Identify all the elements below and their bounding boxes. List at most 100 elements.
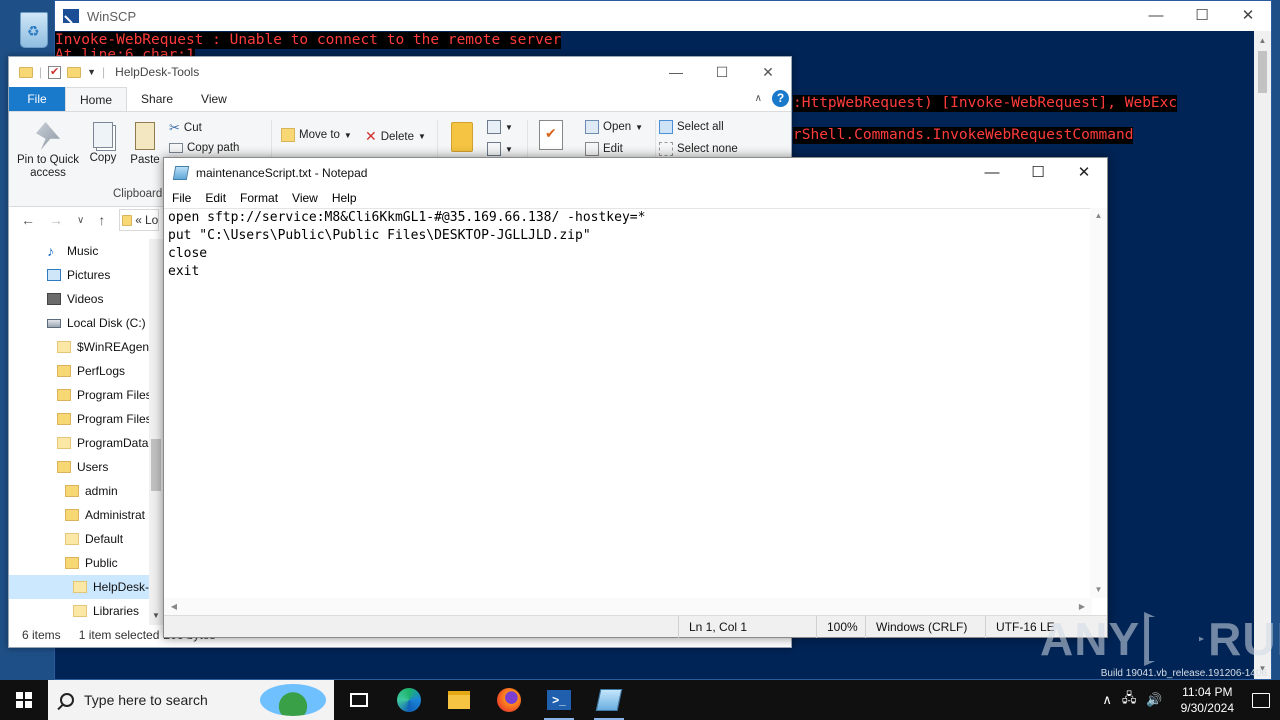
minimize-button[interactable]: — xyxy=(1133,1,1179,31)
notepad-menu-bar: File Edit Format View Help xyxy=(164,188,1107,208)
cut-button[interactable]: ✂ Cut xyxy=(169,120,202,136)
tree-item[interactable]: Program Files xyxy=(9,383,161,407)
tree-item[interactable]: ProgramData xyxy=(9,431,161,455)
maximize-button[interactable]: ☐ xyxy=(1179,1,1225,31)
up-arrow-icon[interactable]: ↑ xyxy=(98,212,105,228)
tree-item[interactable]: ♪ Music xyxy=(9,239,161,263)
winscp-title-bar: WinSCP — ☐ ✕ xyxy=(55,1,1271,31)
scroll-up-icon[interactable]: ▲ xyxy=(1254,33,1271,49)
network-icon[interactable]: 🖧 xyxy=(1122,689,1137,711)
delete-button[interactable]: ✕ Delete ▼ xyxy=(365,128,426,145)
close-button[interactable]: ✕ xyxy=(745,57,791,87)
new-item-button[interactable]: ▼ xyxy=(487,120,513,134)
show-hidden-icons-icon[interactable]: ∧ xyxy=(1102,692,1112,708)
properties-icon[interactable] xyxy=(539,120,563,150)
tree-item[interactable]: PerfLogs xyxy=(9,359,161,383)
tree-item[interactable]: Program Files xyxy=(9,407,161,431)
scroll-down-icon[interactable]: ▼ xyxy=(1090,582,1107,598)
back-arrow-icon[interactable]: ← xyxy=(21,212,35,228)
tree-item[interactable]: Public xyxy=(9,551,161,575)
menu-view[interactable]: View xyxy=(292,191,318,205)
scrollbar-thumb[interactable] xyxy=(1258,51,1267,93)
maximize-button[interactable]: ☐ xyxy=(699,57,745,87)
tab-share[interactable]: Share xyxy=(127,87,187,111)
recycle-bin-icon[interactable]: ♻ xyxy=(14,8,54,52)
customize-quick-access-icon[interactable]: ▼ xyxy=(87,67,96,77)
menu-file[interactable]: File xyxy=(172,191,191,205)
task-view-button[interactable] xyxy=(334,680,384,720)
delete-icon: ✕ xyxy=(365,128,377,144)
select-all-button[interactable]: Select all xyxy=(659,120,724,134)
clock[interactable]: 11:04 PM 9/30/2024 xyxy=(1181,684,1234,716)
tree-item-label: Program Files xyxy=(77,412,152,426)
tree-item[interactable]: Default xyxy=(9,527,161,551)
menu-edit[interactable]: Edit xyxy=(205,191,226,205)
select-none-icon xyxy=(659,142,673,156)
volume-icon[interactable]: 🔊 xyxy=(1146,692,1162,708)
tab-view[interactable]: View xyxy=(187,87,241,111)
new-folder-icon[interactable] xyxy=(451,122,473,152)
pin-to-quick-access-button[interactable]: Pin to Quick access xyxy=(13,122,83,180)
navigation-pane-scrollbar[interactable]: ▼ xyxy=(149,239,163,625)
paste-button[interactable]: Paste xyxy=(121,122,169,166)
tree-item[interactable]: HelpDesk- xyxy=(9,575,161,599)
tree-item[interactable]: Libraries xyxy=(9,599,161,623)
select-none-button[interactable]: Select none xyxy=(659,142,738,156)
tree-item-label: admin xyxy=(85,484,118,498)
folder-icon xyxy=(65,533,79,545)
menu-format[interactable]: Format xyxy=(240,191,278,205)
notifications-icon[interactable] xyxy=(1252,692,1270,708)
address-bar[interactable]: « Lo xyxy=(119,209,160,231)
easy-access-button[interactable]: ▼ xyxy=(487,142,513,156)
pin-icon xyxy=(36,122,60,150)
taskbar-search-box[interactable]: Type here to search xyxy=(48,680,334,720)
tree-item[interactable]: admin xyxy=(9,479,161,503)
file-explorer-taskbar-button[interactable] xyxy=(434,680,484,720)
firefox-taskbar-button[interactable] xyxy=(484,680,534,720)
drive-icon xyxy=(47,318,61,328)
maximize-button[interactable]: ☐ xyxy=(1015,158,1061,188)
close-button[interactable]: ✕ xyxy=(1061,158,1107,188)
notepad-taskbar-button[interactable] xyxy=(584,680,634,720)
tree-item[interactable]: $WinREAgent xyxy=(9,335,161,359)
start-button[interactable] xyxy=(0,680,48,720)
copy-button[interactable]: Copy xyxy=(79,122,127,164)
tree-item[interactable]: Local Disk (C:) xyxy=(9,311,161,335)
tree-item[interactable]: Administrat xyxy=(9,503,161,527)
edit-icon xyxy=(585,142,599,156)
recent-locations-icon[interactable]: ∨ xyxy=(77,215,84,226)
firefox-icon xyxy=(497,688,521,712)
move-to-button[interactable]: Move to ▼ xyxy=(281,128,352,142)
minimize-button[interactable]: — xyxy=(969,158,1015,188)
vertical-scrollbar[interactable]: ▲ ▼ xyxy=(1090,208,1107,598)
edge-taskbar-button[interactable] xyxy=(384,680,434,720)
edit-button[interactable]: Edit xyxy=(585,142,623,156)
minimize-button[interactable]: — xyxy=(653,57,699,87)
scroll-up-icon[interactable]: ▲ xyxy=(1090,208,1107,224)
console-scrollbar[interactable]: ▲ ▼ xyxy=(1254,31,1271,679)
powershell-taskbar-button[interactable]: >_ xyxy=(534,680,584,720)
menu-help[interactable]: Help xyxy=(332,191,357,205)
scroll-left-icon[interactable]: ◀ xyxy=(166,598,182,615)
scrollbar-thumb[interactable] xyxy=(151,439,161,491)
easy-access-icon xyxy=(487,142,501,156)
collapse-ribbon-icon[interactable]: ∧ xyxy=(755,93,762,104)
horizontal-scrollbar[interactable]: ◀ ▶ xyxy=(164,598,1092,615)
close-button[interactable]: ✕ xyxy=(1225,1,1271,31)
tree-item[interactable]: Videos xyxy=(9,287,161,311)
tab-home[interactable]: Home xyxy=(65,87,128,111)
open-button[interactable]: Open ▼ xyxy=(585,120,643,134)
help-icon[interactable]: ? xyxy=(772,90,789,107)
navigation-bar: ← → ∨ ↑ « Lo xyxy=(9,207,169,233)
new-folder-quick-icon[interactable] xyxy=(67,66,82,78)
folder-icon xyxy=(65,485,79,497)
tab-file[interactable]: File xyxy=(9,87,65,111)
tree-item[interactable]: Users xyxy=(9,455,161,479)
tree-item[interactable]: Pictures xyxy=(9,263,161,287)
tree-item-label: Pictures xyxy=(67,268,111,282)
notepad-text-area[interactable]: open sftp://service:M8&Cli6KkmGL1-#@35.1… xyxy=(164,208,1091,598)
properties-quick-icon[interactable]: ✔ xyxy=(48,65,62,79)
zoom-level: 100% xyxy=(816,616,858,638)
forward-arrow-icon[interactable]: → xyxy=(49,212,63,228)
copy-path-button[interactable]: Copy path xyxy=(169,142,239,154)
